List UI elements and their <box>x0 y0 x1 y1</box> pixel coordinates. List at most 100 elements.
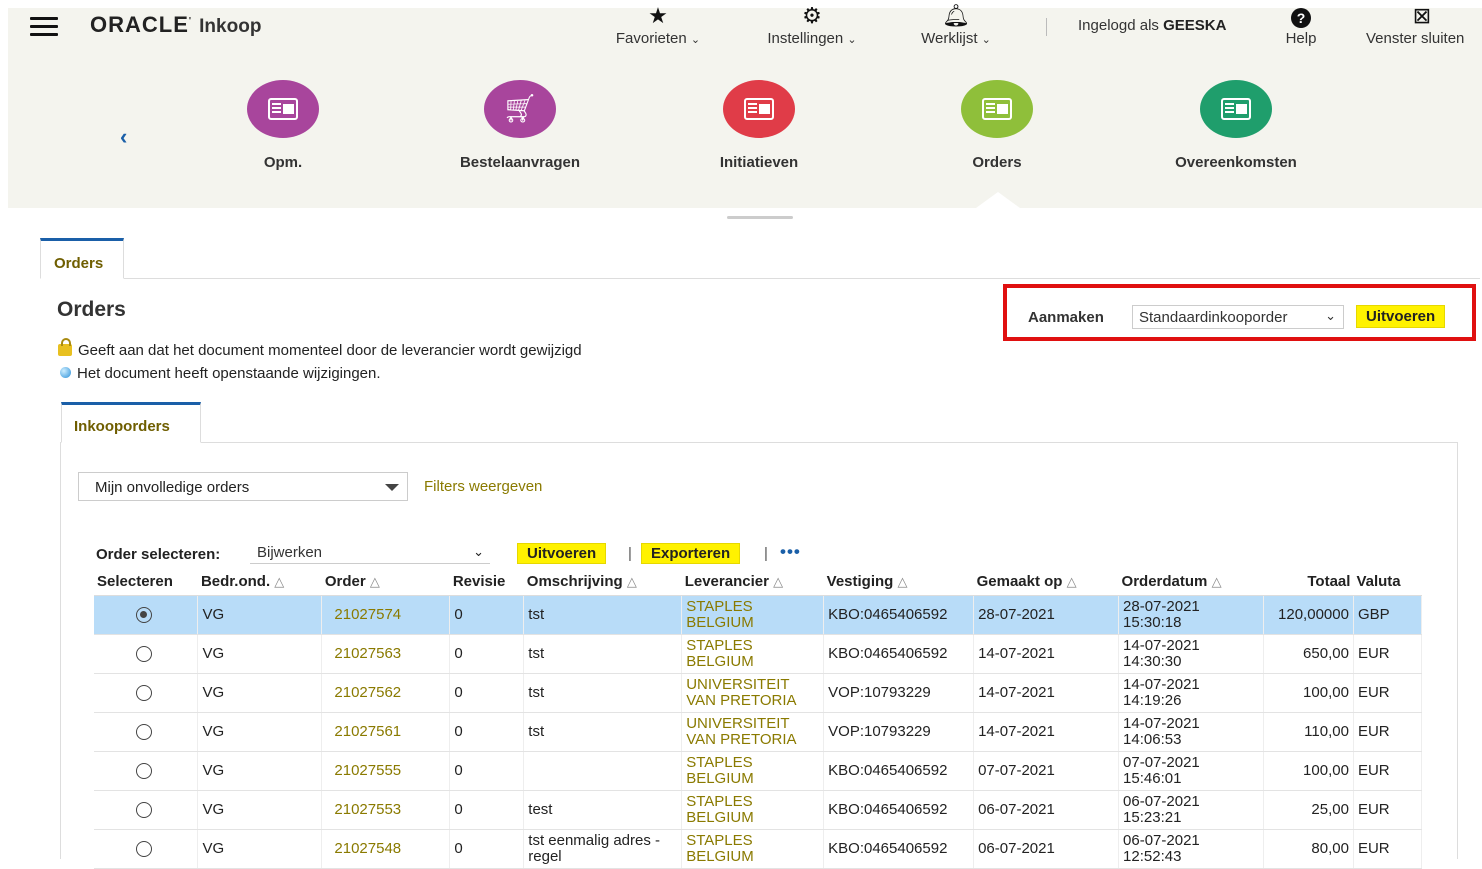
sort-icon: △ <box>1066 574 1077 590</box>
select-radio[interactable] <box>136 840 152 857</box>
order-link[interactable]: 21027574 <box>326 606 401 623</box>
order-action-select[interactable]: Bijwerken ⌄ <box>250 544 490 564</box>
orders-table: Selecteren Bedr.ond. △ Order △ Revisie O… <box>94 569 1423 869</box>
sort-icon: △ <box>369 574 380 590</box>
create-go-button[interactable]: Uitvoeren <box>1356 305 1446 328</box>
legend-locked: Geeft aan dat het document momenteel doo… <box>58 338 582 359</box>
springboard-agreements[interactable]: Overeenkomsten <box>1136 80 1336 171</box>
supplier-link[interactable]: STAPLES BELGIUM <box>686 598 754 631</box>
table-row[interactable]: VG 21027555 0 STAPLES BELGIUM KBO:0465406592… <box>94 751 1423 791</box>
select-radio[interactable] <box>136 684 152 701</box>
total-cell: 120,00000 <box>1263 595 1354 635</box>
order-link[interactable]: 21027561 <box>326 723 401 740</box>
col-supplier[interactable]: Leverancier △ <box>681 569 824 596</box>
favorites-menu[interactable]: ★ Favorieten ⌄ <box>606 3 710 48</box>
col-order[interactable]: Order △ <box>321 569 450 596</box>
select-radio[interactable] <box>136 801 152 818</box>
currency-cell: EUR <box>1353 829 1423 869</box>
created-cell: 28-07-2021 <box>973 595 1120 635</box>
supplier-cell: STAPLES BELGIUM <box>681 751 825 791</box>
agreements-icon <box>1200 80 1272 138</box>
site-cell: KBO:0465406592 <box>823 790 975 830</box>
col-business-unit[interactable]: Bedr.ond. △ <box>197 569 322 596</box>
revision-cell: 0 <box>449 712 525 752</box>
table-row[interactable]: VG 21027574 0 tst STAPLES BELGIUM KBO:0465406… <box>94 595 1423 635</box>
total-cell: 100,00 <box>1263 751 1354 791</box>
export-button[interactable]: Exporteren <box>641 543 741 564</box>
table-row[interactable]: VG 21027553 0 test STAPLES BELGIUM KBO:046540… <box>94 790 1423 830</box>
currency-cell: EUR <box>1353 751 1423 791</box>
col-site[interactable]: Vestiging △ <box>823 569 974 596</box>
springboard-initiatives[interactable]: Initiatieven <box>659 80 859 171</box>
order-link[interactable]: 21027555 <box>326 762 401 779</box>
supplier-link[interactable]: STAPLES BELGIUM <box>686 793 754 826</box>
order-time: 15:46:01 <box>1123 769 1182 787</box>
supplier-cell: STAPLES BELGIUM <box>681 595 825 635</box>
create-document-type-select[interactable]: Standaardinkooporder ⌄ <box>1132 305 1344 329</box>
help-button[interactable]: ? Help <box>1276 4 1326 47</box>
springboard-back-arrow[interactable]: ‹ <box>120 124 127 150</box>
select-radio[interactable] <box>136 762 152 779</box>
order-cell: 21027574 <box>321 595 451 635</box>
order-date-cell: 07-07-2021 15:46:01 <box>1118 751 1264 791</box>
table-row[interactable]: VG 21027562 0 tst UNIVERSITEIT VAN PRETORIA V… <box>94 673 1423 713</box>
supplier-cell: STAPLES BELGIUM <box>681 790 825 830</box>
select-radio[interactable] <box>136 645 152 662</box>
order-time: 15:30:18 <box>1123 613 1182 631</box>
springboard-collapse-handle[interactable] <box>727 216 793 219</box>
springboard-requisitions[interactable]: 🛒︎ Bestelaanvragen <box>420 80 620 171</box>
order-cell: 21027553 <box>321 790 451 830</box>
springboard-orders[interactable]: Orders <box>897 80 1097 171</box>
order-link[interactable]: 21027562 <box>326 684 401 701</box>
table-row[interactable]: VG 21027548 0 tst eenmalig adres - regel STA… <box>94 829 1423 869</box>
select-cell <box>94 751 199 791</box>
tab-purchase-orders[interactable]: Inkooporders <box>61 402 201 443</box>
close-window-button[interactable]: ⊠ Venster sluiten <box>1362 3 1482 48</box>
supplier-link[interactable]: STAPLES BELGIUM <box>686 832 754 865</box>
supplier-link[interactable]: STAPLES BELGIUM <box>686 754 754 787</box>
worklist-menu[interactable]: 🔔︎ Werklijst ⌄ <box>910 4 1002 48</box>
description-cell: test <box>523 790 683 830</box>
menu-icon[interactable] <box>30 17 58 37</box>
currency-cell: EUR <box>1353 634 1423 674</box>
order-time: 14:19:26 <box>1123 691 1182 709</box>
sort-icon: △ <box>274 574 285 590</box>
settings-menu[interactable]: ⚙ Instellingen ⌄ <box>756 4 868 48</box>
created-cell: 14-07-2021 <box>973 634 1120 674</box>
supplier-link[interactable]: STAPLES BELGIUM <box>686 637 754 670</box>
select-radio[interactable] <box>136 723 152 740</box>
sort-icon: △ <box>897 574 908 590</box>
chevron-down-icon: ⌄ <box>690 34 701 46</box>
col-description[interactable]: Omschrijving △ <box>523 569 682 596</box>
table-go-button[interactable]: Uitvoeren <box>517 543 607 564</box>
tab-orders[interactable]: Orders <box>40 238 124 279</box>
chevron-down-icon: ⌄ <box>473 544 484 559</box>
business-unit-cell: VG <box>197 595 323 635</box>
order-date: 06-07-2021 <box>1123 831 1200 849</box>
show-filters-link[interactable]: Filters weergeven <box>424 478 542 495</box>
saved-search-select[interactable]: Mijn onvolledige orders <box>78 472 408 501</box>
star-icon: ★ <box>648 3 668 28</box>
col-revision: Revisie <box>449 569 524 596</box>
order-cell: 21027562 <box>321 673 451 713</box>
order-link[interactable]: 21027553 <box>326 801 401 818</box>
close-window-icon: ⊠ <box>1412 3 1432 28</box>
supplier-link[interactable]: UNIVERSITEIT VAN PRETORIA <box>686 676 796 709</box>
revision-cell: 0 <box>449 790 525 830</box>
supplier-link[interactable]: UNIVERSITEIT VAN PRETORIA <box>686 715 796 748</box>
more-actions-icon[interactable]: ••• <box>780 542 801 562</box>
created-cell: 06-07-2021 <box>973 829 1120 869</box>
order-link[interactable]: 21027548 <box>326 840 401 857</box>
order-link[interactable]: 21027563 <box>326 645 401 662</box>
toolbar-separator: | <box>764 545 768 562</box>
table-row[interactable]: VG 21027563 0 tst STAPLES BELGIUM KBO:0465406… <box>94 634 1423 674</box>
cart-icon: 🛒︎ <box>484 80 556 138</box>
revision-cell: 0 <box>449 634 525 674</box>
col-created[interactable]: Gemaakt op △ <box>973 569 1119 596</box>
col-order-date[interactable]: Orderdatum △ <box>1118 569 1264 596</box>
business-unit-cell: VG <box>197 712 323 752</box>
springboard-opm[interactable]: Opm. <box>183 80 383 171</box>
table-row[interactable]: VG 21027561 0 tst UNIVERSITEIT VAN PRETORIA V… <box>94 712 1423 752</box>
description-cell: tst eenmalig adres - regel <box>523 829 683 869</box>
select-radio[interactable] <box>136 606 152 623</box>
